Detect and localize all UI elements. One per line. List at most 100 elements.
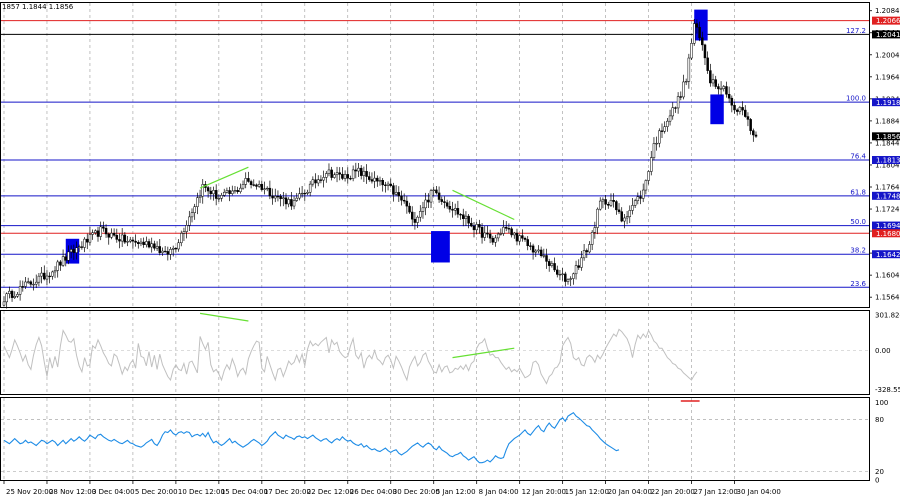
candle-body (341, 173, 344, 179)
candle-body (671, 107, 674, 117)
y-tick-label: 1.2084 (875, 7, 900, 15)
candle-body (499, 233, 503, 235)
level-tag: 1.1642 (876, 251, 900, 259)
x-tick-label: 15 Jan 12:00 (565, 488, 609, 496)
x-tick-label: 5 Dec 20:00 (135, 488, 178, 496)
candle-body (510, 228, 513, 236)
candle-body (711, 79, 715, 84)
candle-body (26, 281, 30, 283)
candle-body (29, 281, 33, 285)
candle-body (537, 249, 540, 252)
osc2-tick-label: 100 (875, 399, 888, 407)
candle-body (274, 195, 277, 199)
candle-body (290, 199, 293, 207)
candle-body (319, 179, 323, 181)
candle-body (701, 37, 704, 46)
candle-body (190, 212, 194, 218)
candle-body (529, 245, 532, 247)
candle-body (676, 96, 680, 109)
candle-body (137, 242, 140, 244)
candle-body (351, 169, 355, 179)
candle-body (553, 263, 556, 271)
candle-body (561, 273, 564, 275)
candle-body (134, 240, 137, 243)
candle-body (717, 86, 720, 90)
osc2-tick-label: 80 (875, 416, 884, 424)
candle-body (357, 167, 360, 172)
candle-body (491, 237, 495, 243)
level-tag: 1.1918 (876, 99, 900, 107)
candle-body (163, 250, 167, 253)
candle-body (577, 265, 580, 268)
candle-body (706, 57, 709, 71)
candle-body (373, 177, 376, 182)
candle-body (241, 184, 245, 189)
candle-body (263, 188, 266, 190)
candle-body (370, 179, 374, 182)
candle-body (37, 275, 41, 283)
candle-body (593, 227, 597, 233)
candle-body (5, 293, 8, 303)
candle-body (316, 179, 320, 184)
candle-body (709, 70, 712, 84)
candle-body (424, 199, 427, 209)
candle-body (623, 217, 626, 222)
candle-body (298, 193, 301, 199)
candle-body (628, 210, 632, 217)
y-tick-label: 1.1604 (875, 272, 900, 280)
candle-body (2, 301, 6, 306)
candle-body (284, 197, 288, 205)
candle-body (419, 211, 422, 218)
candle-body (620, 211, 623, 222)
candle-body (690, 43, 693, 59)
candle-body (397, 192, 401, 197)
candle-body (644, 180, 648, 191)
level-tag: 1.1680 (876, 230, 900, 238)
y-tick-label: 1.1884 (875, 117, 900, 125)
candle-body (572, 273, 575, 279)
candle-body (588, 244, 591, 253)
candle-body (556, 269, 559, 275)
candle-body (513, 232, 516, 236)
candle-body (725, 86, 728, 95)
candle-body (647, 171, 650, 181)
candle-body (236, 190, 239, 193)
x-tick-label: 5 Jan 12:00 (436, 488, 476, 496)
candle-body (408, 205, 411, 213)
candle-body (480, 226, 484, 238)
candle-body (346, 174, 350, 179)
candle-body (615, 201, 618, 211)
candle-body (335, 172, 339, 176)
candle-body (325, 173, 328, 178)
candle-body (120, 234, 124, 242)
candle-body (8, 290, 11, 295)
candle-body (547, 261, 551, 266)
candle-body (416, 216, 419, 223)
y-tick-label: 1.1724 (875, 206, 900, 214)
candle-body (247, 178, 250, 182)
candle-body (145, 241, 148, 245)
candle-body (445, 202, 449, 207)
candle-body (582, 250, 586, 259)
candle-body (421, 207, 425, 212)
candle-body (402, 199, 406, 202)
candle-body (72, 249, 76, 253)
candle-body (658, 130, 661, 144)
candle-body (158, 246, 162, 253)
candle-body (566, 279, 570, 282)
candle-body (155, 246, 159, 249)
candle-body (607, 204, 610, 206)
candle-body (545, 255, 548, 262)
candle-body (467, 215, 470, 224)
candle-body (684, 81, 688, 83)
candle-body (400, 195, 403, 201)
candle-body (703, 44, 707, 59)
fib-label: 61.8 (850, 188, 866, 196)
candle-body (462, 214, 465, 219)
candle-body (255, 184, 258, 187)
candle-body (633, 200, 637, 206)
candle-body (252, 184, 256, 186)
osc2-tick-label: 20 (875, 468, 884, 476)
candle-body (257, 184, 261, 187)
candle-body (169, 249, 172, 255)
